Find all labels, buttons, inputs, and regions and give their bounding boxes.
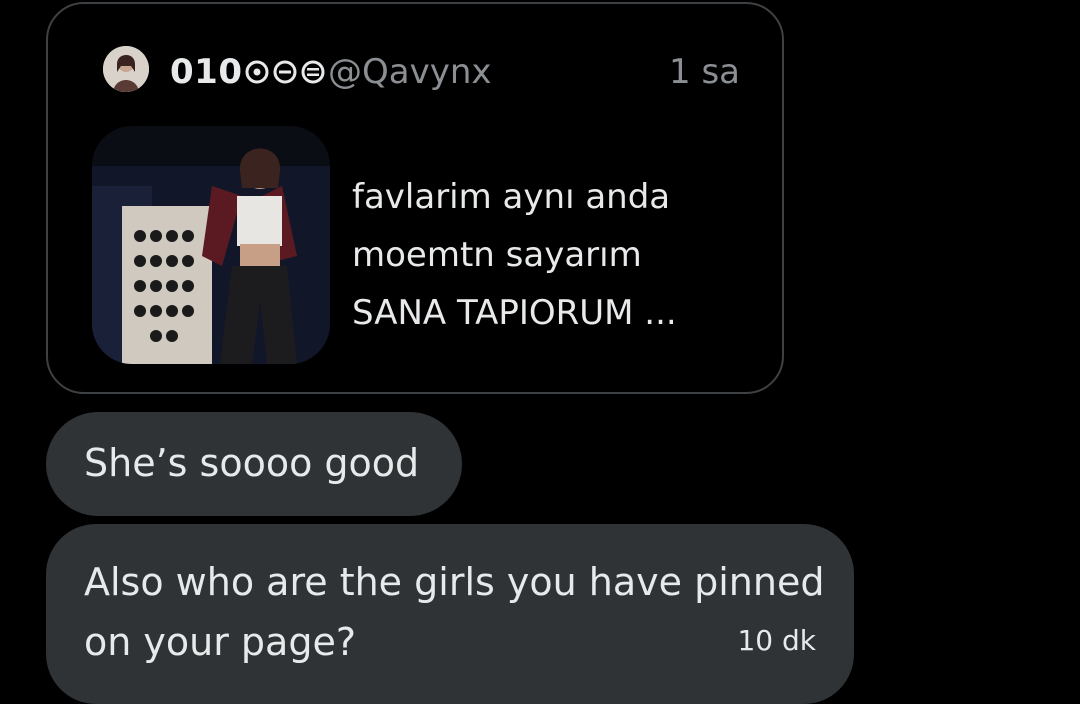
quoted-tweet-card[interactable]: 010 @Qavynx 1 sa favlarim aynı anda moem… <box>46 2 784 394</box>
tweet-media-thumbnail[interactable] <box>92 126 330 364</box>
author-handle[interactable]: @Qavynx <box>328 50 492 94</box>
message-bubble[interactable]: Also who are the girls you have pinned o… <box>46 524 854 704</box>
quoted-tweet-text-line: moemtn sayarım <box>352 235 642 275</box>
circle-equals-icon <box>301 60 325 84</box>
circle-dot-icon <box>245 60 269 84</box>
quoted-tweet-text-line: SANA TAPIORUM ... <box>352 293 677 333</box>
message-bubble[interactable]: She’s soooo good <box>46 412 462 516</box>
circle-minus-icon <box>273 60 297 84</box>
author-name-text: 010 <box>170 52 243 92</box>
message-text-line: Also who are the girls you have pinned <box>84 560 825 604</box>
message-timestamp: 10 dk <box>737 624 816 657</box>
author-avatar[interactable] <box>103 46 149 92</box>
message-text: She’s soooo good <box>84 441 420 485</box>
quoted-tweet-text-line: favlarim aynı anda <box>352 177 671 217</box>
message-text-line: on your page? <box>84 620 357 664</box>
author-name[interactable]: 010 <box>170 50 326 94</box>
tweet-timestamp[interactable]: 1 sa <box>669 50 740 94</box>
quoted-tweet-text[interactable]: favlarim aynı anda moemtn sayarım SANA T… <box>352 168 752 342</box>
